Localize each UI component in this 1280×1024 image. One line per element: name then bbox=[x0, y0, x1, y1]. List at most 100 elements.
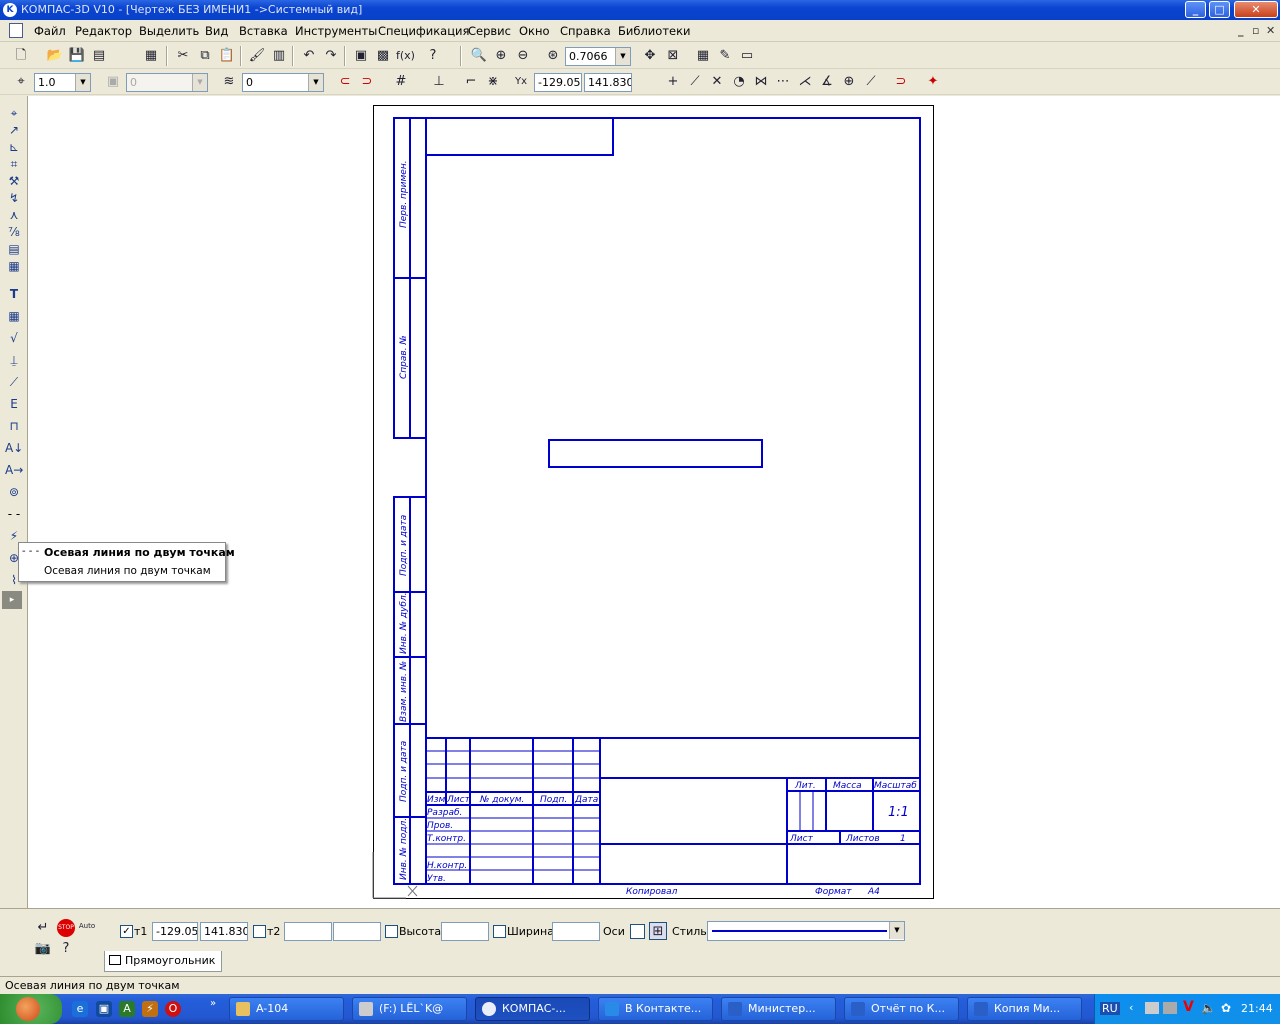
task-drive-f[interactable]: (F:) LËL`K@ bbox=[352, 997, 467, 1021]
menu-service[interactable]: Сервис bbox=[468, 24, 511, 38]
cursor-step-icon[interactable]: ⌖ bbox=[12, 73, 30, 91]
wave-icon[interactable]: ⊚ bbox=[5, 483, 23, 501]
t2-y-field[interactable] bbox=[333, 922, 381, 941]
t2-x-field[interactable] bbox=[284, 922, 332, 941]
start-button[interactable] bbox=[0, 994, 62, 1024]
stop-icon[interactable]: STOP bbox=[57, 919, 75, 937]
format-painter-icon[interactable]: 🖌 bbox=[248, 47, 266, 65]
round-icon[interactable]: ⋇ bbox=[484, 73, 502, 91]
coord-x-field[interactable]: -129.05 bbox=[534, 73, 582, 92]
rebuild-icon[interactable]: ✎ bbox=[716, 47, 734, 65]
paste-icon[interactable]: 📋 bbox=[218, 47, 236, 65]
show-all-icon[interactable]: ⊠ bbox=[664, 47, 682, 65]
menu-libraries[interactable]: Библиотеки bbox=[618, 24, 691, 38]
snap-intersection-icon[interactable]: ✕ bbox=[708, 73, 726, 91]
language-indicator[interactable]: RU bbox=[1100, 1002, 1120, 1015]
associative-icon[interactable]: ⅞ bbox=[5, 223, 23, 241]
roughness-icon[interactable]: √ bbox=[5, 329, 23, 347]
tree-icon[interactable]: ▣ bbox=[352, 47, 370, 65]
zoom-dropdown-icon[interactable]: ▼ bbox=[615, 48, 630, 65]
acrobat-icon[interactable]: A bbox=[119, 1001, 135, 1017]
table-icon[interactable]: ▦ bbox=[5, 307, 23, 325]
leader-icon[interactable]: ⟋ bbox=[5, 373, 23, 391]
opera-icon[interactable]: O bbox=[165, 1001, 181, 1017]
function-icon[interactable]: f(x) bbox=[396, 47, 415, 65]
snap-magnet2-icon[interactable]: ⊃ bbox=[892, 73, 910, 91]
width-checkbox[interactable] bbox=[493, 925, 506, 938]
local-snap-icon[interactable]: ⊃ bbox=[358, 73, 376, 91]
camera-icon[interactable]: 📷 bbox=[34, 940, 52, 958]
reports-icon[interactable]: ▦ bbox=[5, 257, 23, 275]
snap-line-icon[interactable]: ⟋ bbox=[862, 73, 880, 91]
task-kompas[interactable]: КОМПАС-... bbox=[475, 997, 590, 1021]
properties-icon[interactable]: ▥ bbox=[270, 47, 288, 65]
t2-checkbox[interactable] bbox=[253, 925, 266, 938]
symbols-icon[interactable]: ⊾ bbox=[5, 138, 23, 156]
close-button[interactable]: ✕ bbox=[1234, 1, 1278, 18]
document-manager-icon[interactable]: ▤ bbox=[90, 47, 108, 65]
grid-icon[interactable]: ▦ bbox=[142, 47, 160, 65]
parametric-icon[interactable]: ⚒ bbox=[5, 172, 23, 190]
snap-middle-icon[interactable]: ⋯ bbox=[774, 73, 792, 91]
minimize-button[interactable]: _ bbox=[1185, 1, 1206, 18]
menu-tools[interactable]: Инструменты bbox=[295, 24, 377, 38]
menu-file[interactable]: Файл bbox=[34, 24, 66, 38]
network-icon[interactable] bbox=[1145, 1002, 1159, 1014]
cut-icon[interactable]: ✂ bbox=[174, 47, 192, 65]
network2-icon[interactable] bbox=[1163, 1002, 1177, 1014]
tolerance-icon[interactable]: E bbox=[5, 395, 23, 413]
expand-toolbar-icon[interactable]: ▸ bbox=[2, 591, 22, 609]
base-icon[interactable]: ⍊ bbox=[5, 351, 23, 369]
grid-toggle-icon[interactable]: # bbox=[392, 73, 410, 91]
height-field[interactable] bbox=[441, 922, 489, 941]
maximize-button[interactable]: □ bbox=[1209, 1, 1230, 18]
task-otchet[interactable]: Отчёт по К... bbox=[844, 997, 959, 1021]
step-dropdown-icon[interactable]: ▼ bbox=[75, 74, 90, 91]
zoom-icon[interactable]: 🔍 bbox=[470, 47, 488, 65]
snap-nearest-icon[interactable]: ⟋ bbox=[686, 73, 704, 91]
geometry-icon[interactable]: ⌖ bbox=[5, 104, 23, 122]
snap-all-icon[interactable]: ✦ bbox=[924, 73, 942, 91]
measure-icon[interactable]: ↯ bbox=[5, 189, 23, 207]
axes-off-button[interactable] bbox=[630, 924, 645, 939]
zoom-out-icon[interactable]: ⊖ bbox=[514, 47, 532, 65]
messenger-icon[interactable]: ✿ bbox=[1221, 1001, 1231, 1015]
menu-specification[interactable]: Спецификация bbox=[378, 24, 469, 38]
refresh-icon[interactable]: ▦ bbox=[694, 47, 712, 65]
volume-icon[interactable]: 🔈 bbox=[1201, 1001, 1216, 1015]
menu-view[interactable]: Вид bbox=[205, 24, 228, 38]
height-checkbox[interactable] bbox=[385, 925, 398, 938]
mdi-close-button[interactable]: ✕ bbox=[1266, 24, 1275, 37]
ie-icon[interactable]: e bbox=[72, 1001, 88, 1017]
desktop-icon[interactable]: ▣ bbox=[96, 1001, 112, 1017]
select-icon[interactable]: ⋏ bbox=[5, 206, 23, 224]
snap-center-icon[interactable]: ⊕ bbox=[840, 73, 858, 91]
axes-on-icon[interactable]: ⊞ bbox=[649, 922, 667, 940]
task-kopiya[interactable]: Копия Ми... bbox=[967, 997, 1082, 1021]
snap-tangent-icon[interactable]: ◔ bbox=[730, 73, 748, 91]
t1-checkbox[interactable]: ✓ bbox=[120, 925, 133, 938]
drawing-canvas[interactable]: Перв. примен. Справ. № Подп. и дата Инв.… bbox=[28, 96, 1280, 908]
menu-help[interactable]: Справка bbox=[560, 24, 611, 38]
redo-icon[interactable]: ↷ bbox=[322, 47, 340, 65]
auto-create-icon[interactable]: Auto bbox=[78, 917, 96, 935]
dimensions-icon[interactable]: ↗ bbox=[5, 121, 23, 139]
snap-magnet-icon[interactable]: ⊂ bbox=[336, 73, 354, 91]
copy-icon[interactable]: ⧉ bbox=[196, 47, 214, 65]
zoom-scale-icon[interactable]: ⊛ bbox=[544, 47, 562, 65]
style-select[interactable] bbox=[707, 921, 905, 941]
help-icon[interactable]: ? bbox=[57, 940, 75, 958]
task-ministerstvo[interactable]: Министер... bbox=[721, 997, 836, 1021]
open-folder-icon[interactable]: 📂 bbox=[46, 47, 64, 65]
app-icon[interactable]: ⚡ bbox=[142, 1001, 158, 1017]
enter-icon[interactable]: ↵ bbox=[34, 919, 52, 937]
axis-line-icon[interactable]: - - bbox=[5, 505, 23, 523]
quicklaunch-more-icon[interactable]: » bbox=[205, 996, 221, 1012]
ortho-icon[interactable]: ⌐ bbox=[462, 73, 480, 91]
snap-normal-icon[interactable]: ⋌ bbox=[796, 73, 814, 91]
coord-y-field[interactable]: 141.830 bbox=[584, 73, 632, 92]
mdi-restore-button[interactable]: ▫ bbox=[1252, 24, 1259, 37]
task-vkontakte[interactable]: В Контакте... bbox=[598, 997, 713, 1021]
layers-icon[interactable]: ≋ bbox=[220, 73, 238, 91]
mdi-minimize-button[interactable]: _ bbox=[1238, 24, 1244, 37]
